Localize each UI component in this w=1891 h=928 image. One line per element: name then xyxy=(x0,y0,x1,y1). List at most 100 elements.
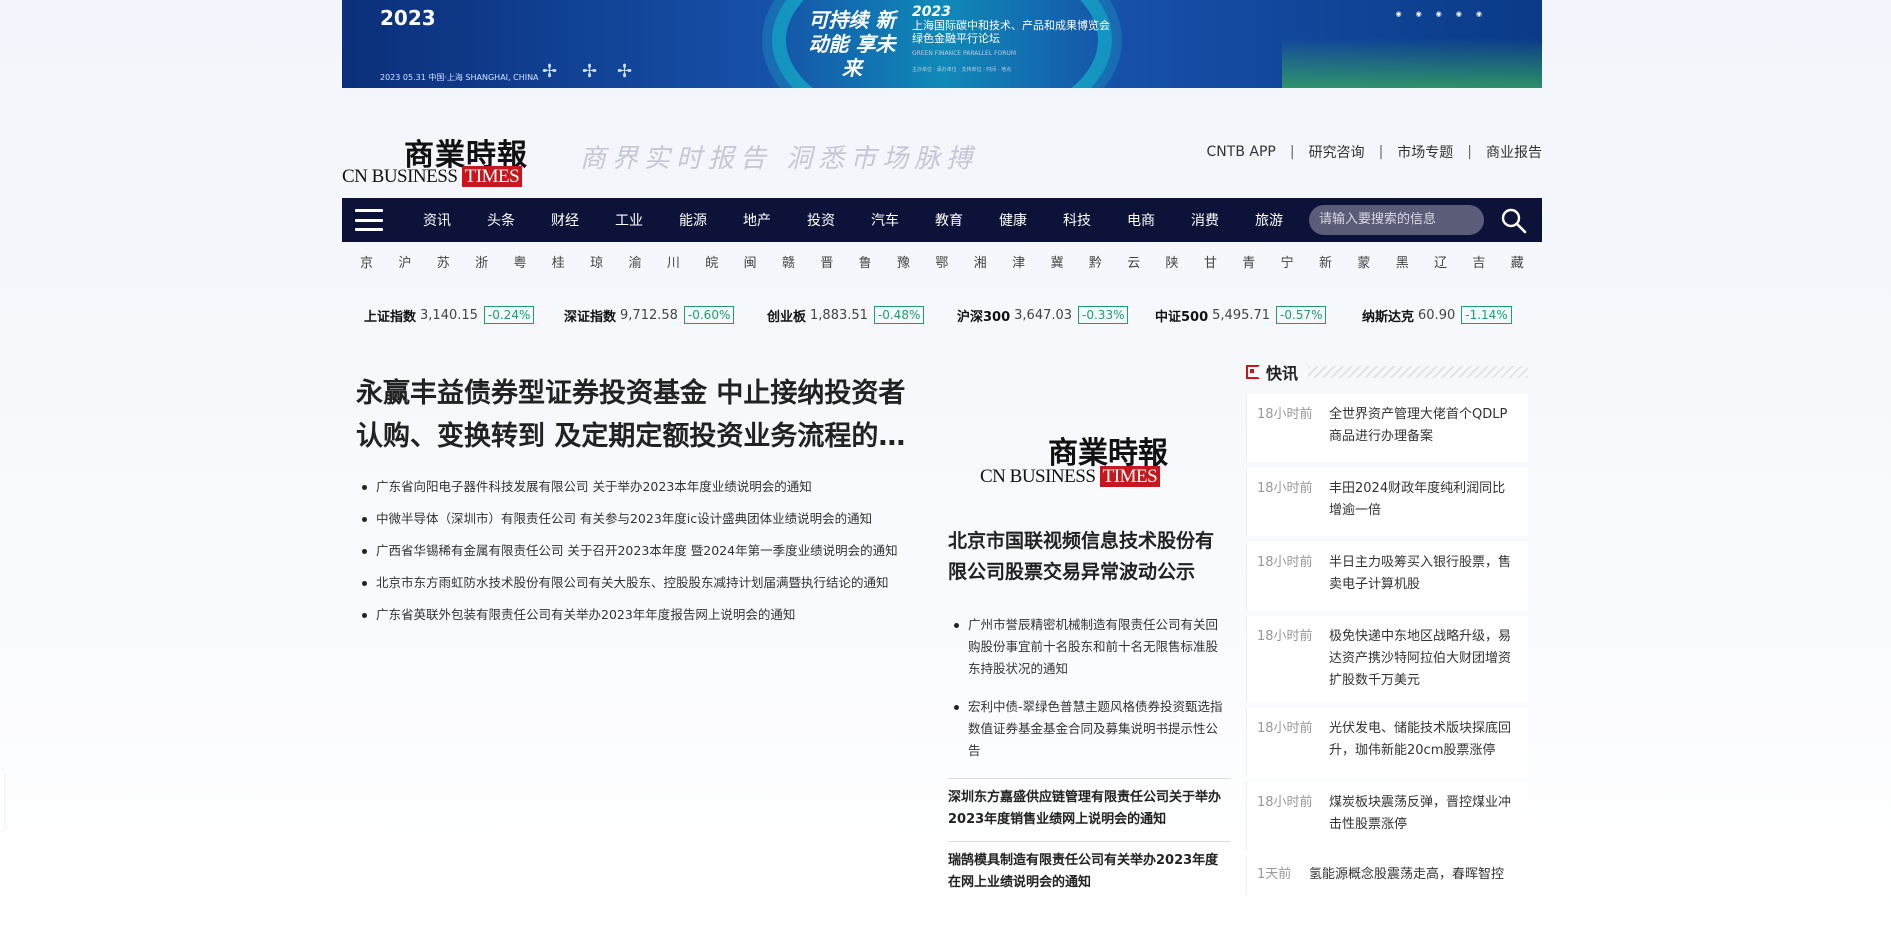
province-link[interactable]: 晋 xyxy=(820,252,833,272)
site-logo[interactable]: 商業時報 CN BUSINESS TIMES xyxy=(342,130,552,187)
top-banner-ad[interactable]: 2023 2023 05.31 中国·上海 SHANGHAI, CHINA ✢ … xyxy=(342,0,1542,88)
top-link-market-topics[interactable]: 市场专题 xyxy=(1397,142,1453,162)
province-link[interactable]: 粤 xyxy=(513,252,526,272)
top-link-cntb-app[interactable]: CNTB APP xyxy=(1207,144,1276,160)
list-item[interactable]: 广东省向阳电子器件科技发展有限公司 关于举办2023本年度业绩说明会的通知 xyxy=(356,476,931,498)
nav-item[interactable]: 地产 xyxy=(725,210,789,230)
province-link[interactable]: 津 xyxy=(1012,252,1025,272)
province-link[interactable]: 琼 xyxy=(590,252,603,272)
main-nav: 资讯 头条 财经 工业 能源 地产 投资 汽车 教育 健康 科技 电商 消费 旅… xyxy=(342,198,1542,242)
index-item[interactable]: 创业板 1,883.51 -0.48% xyxy=(767,306,957,325)
province-link[interactable]: 豫 xyxy=(897,252,910,272)
province-link[interactable]: 桂 xyxy=(552,252,565,272)
index-value: 1,883.51 xyxy=(810,307,868,323)
province-link[interactable]: 陕 xyxy=(1166,252,1179,272)
windmill-icon: ✢ xyxy=(582,61,598,82)
index-item[interactable]: 上证指数 3,140.15 -0.24% xyxy=(364,306,564,325)
province-link[interactable]: 苏 xyxy=(437,252,450,272)
index-value: 3,140.15 xyxy=(420,307,478,323)
nav-item[interactable]: 财经 xyxy=(533,210,597,230)
list-item[interactable]: 宏利中债-翠绿色普慧主题风格债券投资甄选指数值证券基金基金合同及募集说明书提示性… xyxy=(948,696,1230,762)
flash-time: 18小时前 xyxy=(1257,481,1313,496)
index-change-badge: -0.57% xyxy=(1276,306,1327,324)
index-value: 3,647.03 xyxy=(1014,307,1073,323)
nav-item[interactable]: 健康 xyxy=(981,210,1045,230)
top-link-research[interactable]: 研究咨询 xyxy=(1309,142,1365,162)
province-link[interactable]: 宁 xyxy=(1281,252,1294,272)
feature-subheadline[interactable]: 深圳东方嘉盛供应链管理有限责任公司关于举办2023年度销售业绩网上说明会的通知 xyxy=(948,778,1230,841)
flash-news-item[interactable]: 18小时前 煤炭板块震荡反弹，晋控煤业冲击性股票涨停 xyxy=(1246,782,1528,850)
province-link[interactable]: 湘 xyxy=(974,252,987,272)
province-link[interactable]: 鄂 xyxy=(935,252,948,272)
nav-item[interactable]: 投资 xyxy=(789,210,853,230)
list-item[interactable]: 广东省英联外包装有限责任公司有关举办2023年年度报告网上说明会的通知 xyxy=(356,604,931,626)
index-name: 中证500 xyxy=(1155,309,1209,325)
index-item[interactable]: 深证指数 9,712.58 -0.60% xyxy=(564,306,767,325)
province-link[interactable]: 冀 xyxy=(1050,252,1063,272)
index-change-badge: -0.48% xyxy=(873,306,925,324)
index-value: 9,712.58 xyxy=(620,307,678,323)
lead-headline[interactable]: 永赢丰益债券型证券投资基金 中止接纳投资者认购、变换转到 及定期定额投资业务流程… xyxy=(356,372,931,458)
search-icon[interactable] xyxy=(1500,207,1528,235)
flash-news-item[interactable]: 1天前 氢能源概念股震荡走高，春晖智控 xyxy=(1246,856,1528,896)
province-link[interactable]: 黑 xyxy=(1396,252,1409,272)
list-item[interactable]: 北京市东方雨虹防水技术股份有限公司有关大股东、控股股东减持计划届满暨执行结论的通… xyxy=(356,572,931,594)
province-link[interactable]: 辽 xyxy=(1434,252,1447,272)
nav-item[interactable]: 科技 xyxy=(1045,210,1109,230)
nav-item[interactable]: 教育 xyxy=(917,210,981,230)
nav-item[interactable]: 消费 xyxy=(1173,210,1237,230)
index-item[interactable]: 沪深300 3,647.03 -0.33% xyxy=(957,306,1155,325)
feature-image[interactable]: 商業時報 CN BUSINESS TIMES xyxy=(948,372,1230,524)
list-item[interactable]: 广州市誉辰精密机械制造有限责任公司有关回购股份事宜前十名股东和前十名无限售标准股… xyxy=(948,614,1230,680)
index-change-badge: -1.14% xyxy=(1461,306,1512,324)
province-link[interactable]: 青 xyxy=(1242,252,1255,272)
province-link[interactable]: 新 xyxy=(1319,252,1332,272)
list-item[interactable]: 中微半导体（深圳市）有限责任公司 有关参与2023年度ic设计盛典团体业绩说明会… xyxy=(356,508,931,530)
province-link[interactable]: 渝 xyxy=(629,252,642,272)
flash-text: 丰田2024财政年度纯利润同比增逾一倍 xyxy=(1329,481,1506,518)
province-link[interactable]: 鲁 xyxy=(859,252,872,272)
flash-news-item[interactable]: 18小时前 极免快递中东地区战略升级，易达资产携沙特阿拉伯大财团增资扩股数千万美元 xyxy=(1246,616,1528,702)
flash-text: 煤炭板块震荡反弹，晋控煤业冲击性股票涨停 xyxy=(1329,795,1512,832)
index-item[interactable]: 纳斯达克 60.90 -1.14% xyxy=(1362,306,1522,325)
nav-item[interactable]: 电商 xyxy=(1109,210,1173,230)
nav-item[interactable]: 工业 xyxy=(597,210,661,230)
nav-item[interactable]: 头条 xyxy=(469,210,533,230)
index-change-badge: -0.60% xyxy=(683,306,735,324)
index-item[interactable]: 中证500 5,495.71 -0.57% xyxy=(1155,306,1362,325)
province-link[interactable]: 藏 xyxy=(1511,252,1524,272)
province-link[interactable]: 沪 xyxy=(398,252,411,272)
nav-item[interactable]: 旅游 xyxy=(1237,210,1301,230)
windmill-icon: ✢ xyxy=(542,61,558,82)
top-link-business-report[interactable]: 商业报告 xyxy=(1486,142,1542,162)
flash-news-item[interactable]: 18小时前 光伏发电、储能技术版块探底回升，珈伟新能20cm股票涨停 xyxy=(1246,708,1528,776)
province-link[interactable]: 黔 xyxy=(1089,252,1102,272)
flash-news-item[interactable]: 18小时前 丰田2024财政年度纯利润同比增逾一倍 xyxy=(1246,468,1528,536)
feature-subheadline[interactable]: 瑞鹄模具制造有限责任公司有关举办2023年度在网上业绩说明会的通知 xyxy=(948,841,1230,904)
list-item[interactable]: 广西省华锡稀有金属有限责任公司 关于召开2023本年度 暨2024年第一季度业绩… xyxy=(356,540,931,562)
province-link[interactable]: 赣 xyxy=(782,252,795,272)
flash-news-item[interactable]: 18小时前 半日主力吸筹买入银行股票，售卖电子计算机股 xyxy=(1246,542,1528,610)
flash-news-list: 18小时前 全世界资产管理大佬首个QDLP商品进行办理备案 18小时前 丰田2024财… xyxy=(1246,394,1528,896)
province-link[interactable]: 浙 xyxy=(475,252,488,272)
province-link[interactable]: 皖 xyxy=(705,252,718,272)
search-input[interactable]: 请输入要搜索的信息 xyxy=(1309,205,1484,235)
province-link[interactable]: 吉 xyxy=(1472,252,1485,272)
flash-news-panel: 快讯 18小时前 全世界资产管理大佬首个QDLP商品进行办理备案 18小时前 丰田20… xyxy=(1246,360,1528,902)
flash-text: 极免快递中东地区战略升级，易达资产携沙特阿拉伯大财团增资扩股数千万美元 xyxy=(1329,629,1512,688)
nav-item[interactable]: 能源 xyxy=(661,210,725,230)
province-link[interactable]: 闽 xyxy=(744,252,757,272)
province-link[interactable]: 蒙 xyxy=(1357,252,1370,272)
province-link[interactable]: 京 xyxy=(360,252,373,272)
province-link[interactable]: 云 xyxy=(1127,252,1140,272)
side-float-tab[interactable] xyxy=(0,770,4,830)
hamburger-menu-icon[interactable] xyxy=(355,209,383,231)
nav-item[interactable]: 汽车 xyxy=(853,210,917,230)
flash-news-item[interactable]: 18小时前 全世界资产管理大佬首个QDLP商品进行办理备案 xyxy=(1246,394,1528,462)
nav-item[interactable]: 资讯 xyxy=(405,210,469,230)
province-link[interactable]: 甘 xyxy=(1204,252,1217,272)
flash-time: 1天前 xyxy=(1257,867,1292,882)
flash-text: 氢能源概念股震荡走高，春晖智控 xyxy=(1309,867,1505,882)
province-link[interactable]: 川 xyxy=(667,252,680,272)
feature-title[interactable]: 北京市国联视频信息技术股份有限公司股票交易异常波动公示 xyxy=(948,526,1230,588)
